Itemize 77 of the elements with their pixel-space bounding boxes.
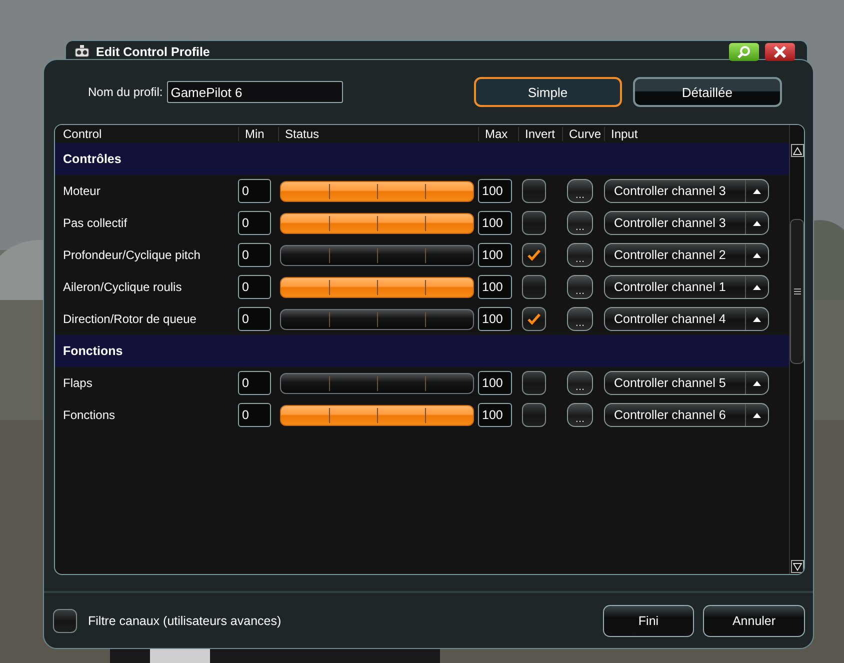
dialog-button[interactable]: Annuler: [703, 604, 805, 636]
curve-button[interactable]: ...: [567, 307, 593, 331]
column-header: Invert: [518, 127, 562, 141]
invert-checkbox[interactable]: [522, 275, 546, 299]
caret-icon: [753, 380, 761, 386]
window-title: Edit Control Profile: [96, 45, 210, 59]
filter-label: Filtre canaux (utilisateurs avances): [88, 614, 282, 628]
control-name: Aileron/Cyclique roulis: [62, 280, 183, 294]
input-dropdown[interactable]: Controller channel 2: [604, 243, 769, 267]
input-dropdown[interactable]: Controller channel 4: [604, 307, 769, 331]
caret-icon: [753, 316, 761, 322]
scroll-up-button[interactable]: [790, 144, 804, 157]
curve-button[interactable]: ...: [567, 275, 593, 299]
column-header: Min: [238, 127, 278, 141]
curve-button[interactable]: ...: [567, 243, 593, 267]
column-header: Max: [478, 127, 518, 141]
scroll-down-button[interactable]: [790, 560, 804, 573]
control-name: Fonctions: [62, 408, 116, 422]
control-name: Profondeur/Cyclique pitch: [62, 248, 202, 262]
caret-icon: [753, 220, 761, 226]
input-dropdown[interactable]: Controller channel 3: [604, 179, 769, 203]
mode-button[interactable]: Détaillée: [632, 77, 782, 107]
curve-button[interactable]: ...: [567, 371, 593, 395]
section-title: Contrôles: [63, 152, 122, 166]
profile-name-field[interactable]: GamePilot 6: [166, 81, 343, 103]
max-field[interactable]: 100: [478, 403, 512, 427]
invert-checkbox[interactable]: [522, 403, 546, 427]
close-icon: [773, 45, 787, 59]
dialog-button[interactable]: Fini: [603, 604, 694, 636]
max-field[interactable]: 100: [478, 371, 512, 395]
column-header: Curve: [562, 127, 604, 141]
search-icon: [737, 45, 751, 59]
min-field[interactable]: 0: [238, 243, 271, 267]
max-field[interactable]: 100: [478, 307, 512, 331]
input-dropdown[interactable]: Controller channel 5: [604, 371, 769, 395]
column-header: Control: [62, 127, 103, 141]
min-field[interactable]: 0: [238, 211, 271, 235]
close-button[interactable]: [765, 43, 795, 61]
column-header: Status: [278, 127, 478, 141]
profile-name-label: Nom du profil:: [88, 85, 163, 99]
input-dropdown[interactable]: Controller channel 6: [604, 403, 769, 427]
control-name: Direction/Rotor de queue: [62, 312, 198, 326]
max-field[interactable]: 100: [478, 243, 512, 267]
input-dropdown[interactable]: Controller channel 1: [604, 275, 769, 299]
caret-icon: [753, 252, 761, 258]
curve-button[interactable]: ...: [567, 403, 593, 427]
curve-button[interactable]: ...: [567, 179, 593, 203]
min-field[interactable]: 0: [238, 307, 271, 331]
filter-checkbox[interactable]: [53, 608, 77, 632]
controller-icon: [74, 44, 90, 60]
curve-button[interactable]: ...: [567, 211, 593, 235]
input-dropdown[interactable]: Controller channel 3: [604, 211, 769, 235]
invert-checkbox[interactable]: [522, 307, 546, 331]
max-field[interactable]: 100: [478, 211, 512, 235]
max-field[interactable]: 100: [478, 179, 512, 203]
invert-checkbox[interactable]: [522, 243, 546, 267]
check-icon: [527, 249, 541, 261]
control-name: Pas collectif: [62, 216, 128, 230]
check-icon: [527, 313, 541, 325]
caret-icon: [753, 284, 761, 290]
control-name: Flaps: [62, 376, 94, 390]
invert-checkbox[interactable]: [522, 211, 546, 235]
mode-button[interactable]: Simple: [474, 77, 622, 107]
caret-icon: [753, 412, 761, 418]
control-name: Moteur: [62, 184, 102, 198]
min-field[interactable]: 0: [238, 371, 271, 395]
caret-icon: [753, 188, 761, 194]
search-button[interactable]: [729, 43, 759, 61]
max-field[interactable]: 100: [478, 275, 512, 299]
min-field[interactable]: 0: [238, 275, 271, 299]
min-field[interactable]: 0: [238, 403, 271, 427]
invert-checkbox[interactable]: [522, 179, 546, 203]
scroll-thumb[interactable]: [790, 219, 804, 364]
column-header: Input: [604, 127, 788, 141]
section-title: Fonctions: [63, 344, 123, 358]
invert-checkbox[interactable]: [522, 371, 546, 395]
min-field[interactable]: 0: [238, 179, 271, 203]
